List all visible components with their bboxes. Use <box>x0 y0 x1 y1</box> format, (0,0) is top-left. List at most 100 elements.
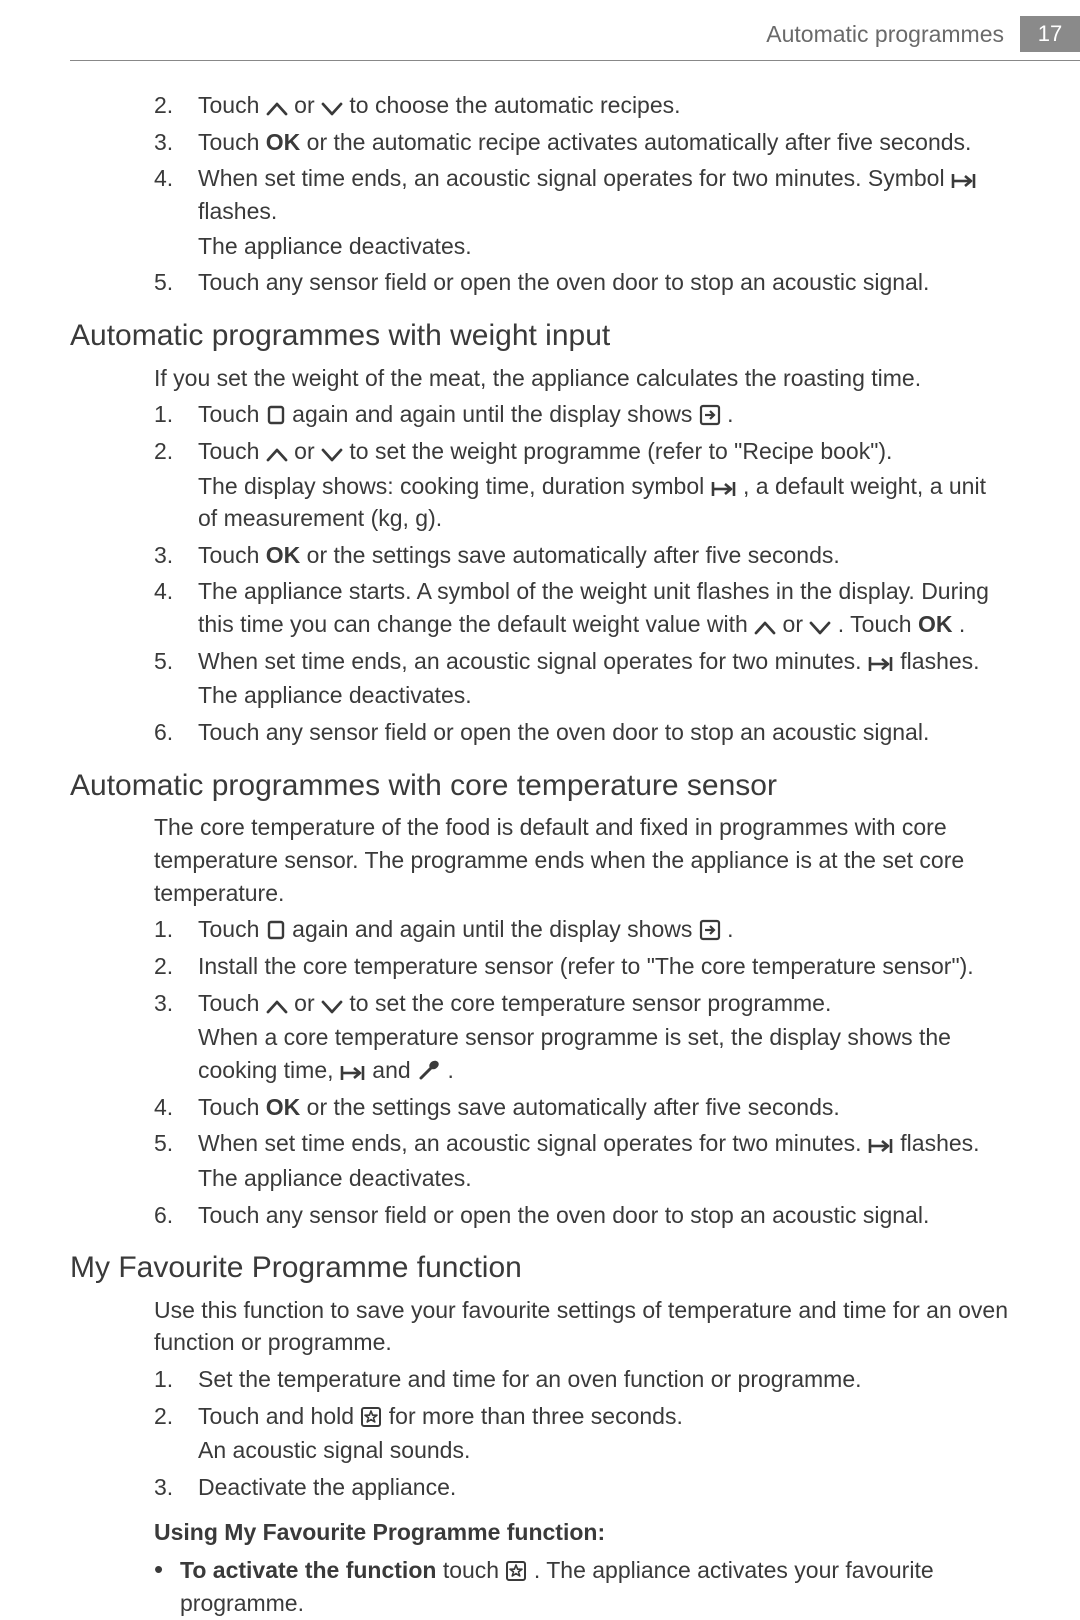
sub-heading-using-favourite: Using My Favourite Programme function: <box>70 1516 1010 1549</box>
list-content: Deactivate the appliance. <box>198 1471 1010 1506</box>
list-number: 2. <box>154 89 198 124</box>
list-content: Touch again and again until the display … <box>198 398 1010 433</box>
weight-list-item: 2.Touch or to set the weight programme (… <box>154 435 1010 537</box>
favourite-bullet-item: •To activate the function touch . The ap… <box>154 1554 1010 1619</box>
weight-list-item: 1.Touch again and again until the displa… <box>154 398 1010 433</box>
arrow-end-icon <box>340 1064 366 1082</box>
list-tail: When a core temperature sensor programme… <box>198 1021 1010 1086</box>
list-content: Touch any sensor field or open the oven … <box>198 1199 1010 1234</box>
list-content: The appliance starts. A symbol of the we… <box>198 575 1010 642</box>
list-number: 1. <box>154 398 198 433</box>
bullet-lead-bold: To activate the function <box>180 1557 436 1583</box>
list-number: 2. <box>154 435 198 537</box>
list-tail: The appliance deactivates. <box>198 230 1010 263</box>
down-chevron-icon <box>321 447 343 463</box>
list-number: 5. <box>154 645 198 714</box>
bullet-content: To activate the function touch . The app… <box>180 1554 1010 1619</box>
list-number: 5. <box>154 1127 198 1196</box>
list-line: Touch or to set the core temperature sen… <box>198 987 1010 1020</box>
list-line: Touch or to set the weight programme (re… <box>198 435 1010 468</box>
list-tail: The appliance deactivates. <box>198 679 1010 712</box>
intro-core-temp: The core temperature of the food is defa… <box>70 811 1010 909</box>
list-number: 4. <box>154 162 198 264</box>
list-line: Touch OK or the settings save automatica… <box>198 539 1010 572</box>
box-arrow-icon <box>699 919 721 941</box>
list-line: When set time ends, an acoustic signal o… <box>198 162 1010 227</box>
weight-list-item: 6.Touch any sensor field or open the ove… <box>154 716 1010 751</box>
weight-list-item: 5.When set time ends, an acoustic signal… <box>154 645 1010 714</box>
bullet-dot: • <box>154 1554 180 1619</box>
list-line: Touch OK or the automatic recipe activat… <box>198 126 1010 159</box>
list-number: 1. <box>154 1363 198 1398</box>
top-list-item: 3.Touch OK or the automatic recipe activ… <box>154 126 1010 161</box>
list-tail: The appliance deactivates. <box>198 1162 1010 1195</box>
core-list-item: 2.Install the core temperature sensor (r… <box>154 950 1010 985</box>
list-line: The appliance starts. A symbol of the we… <box>198 575 1010 640</box>
core-list-item: 3.Touch or to set the core temperature s… <box>154 987 1010 1089</box>
list-number: 3. <box>154 987 198 1089</box>
list-number: 3. <box>154 126 198 161</box>
list-content: Touch or to set the core temperature sen… <box>198 987 1010 1089</box>
arrow-end-icon <box>868 655 894 673</box>
heading-favourite: My Favourite Programme function <box>70 1247 1010 1290</box>
list-line: Touch again and again until the display … <box>198 398 1010 431</box>
list-line: Touch any sensor field or open the oven … <box>198 1199 1010 1232</box>
list-content: When set time ends, an acoustic signal o… <box>198 162 1010 264</box>
list-content: Touch or to choose the automatic recipes… <box>198 89 1010 124</box>
list-line: Touch any sensor field or open the oven … <box>198 716 1010 749</box>
top-ordered-list: 2.Touch or to choose the automatic recip… <box>70 89 1010 301</box>
up-chevron-icon <box>266 447 288 463</box>
header-section-title: Automatic programmes <box>766 18 1020 51</box>
page-header: Automatic programmes 17 <box>70 0 1010 52</box>
list-number: 6. <box>154 716 198 751</box>
core-list-item: 4.Touch OK or the settings save automati… <box>154 1091 1010 1126</box>
down-chevron-icon <box>321 999 343 1015</box>
arrow-end-icon <box>951 172 977 190</box>
top-list-item: 4.When set time ends, an acoustic signal… <box>154 162 1010 264</box>
header-rule <box>70 60 1080 61</box>
list-content: Touch OK or the settings save automatica… <box>198 1091 1010 1126</box>
weight-list-item: 3.Touch OK or the settings save automati… <box>154 539 1010 574</box>
list-number: 2. <box>154 1400 198 1469</box>
intro-weight-input: If you set the weight of the meat, the a… <box>70 362 1010 395</box>
list-content: Touch or to set the weight programme (re… <box>198 435 1010 537</box>
list-content: Touch OK or the settings save automatica… <box>198 539 1010 574</box>
list-line: When set time ends, an acoustic signal o… <box>198 1127 1010 1160</box>
list-number: 6. <box>154 1199 198 1234</box>
ok-label: OK <box>266 129 301 155</box>
favourite-ordered-list: 1.Set the temperature and time for an ov… <box>70 1363 1010 1506</box>
box-arrow-icon <box>699 404 721 426</box>
rect-outline-icon <box>266 404 286 426</box>
list-line: Touch and hold for more than three secon… <box>198 1400 1010 1433</box>
top-list-item: 2.Touch or to choose the automatic recip… <box>154 89 1010 124</box>
fav-list-item: 3.Deactivate the appliance. <box>154 1471 1010 1506</box>
list-content: Install the core temperature sensor (ref… <box>198 950 1010 985</box>
weight-list-item: 4.The appliance starts. A symbol of the … <box>154 575 1010 642</box>
arrow-end-icon <box>868 1137 894 1155</box>
list-content: Touch and hold for more than three secon… <box>198 1400 1010 1469</box>
list-number: 4. <box>154 575 198 642</box>
list-number: 1. <box>154 913 198 948</box>
up-chevron-icon <box>266 101 288 117</box>
list-number: 2. <box>154 950 198 985</box>
list-content: When set time ends, an acoustic signal o… <box>198 1127 1010 1196</box>
favourite-bullet-list: •To activate the function touch . The ap… <box>70 1554 1010 1619</box>
list-line: Install the core temperature sensor (ref… <box>198 950 1010 983</box>
list-line: Touch OK or the settings save automatica… <box>198 1091 1010 1124</box>
rect-outline-icon <box>266 919 286 941</box>
core-ordered-list: 1.Touch again and again until the displa… <box>70 913 1010 1233</box>
star-box-icon <box>505 1560 527 1582</box>
list-content: Touch OK or the automatic recipe activat… <box>198 126 1010 161</box>
list-content: Set the temperature and time for an oven… <box>198 1363 1010 1398</box>
list-tail: The display shows: cooking time, duratio… <box>198 470 1010 535</box>
fav-list-item: 1.Set the temperature and time for an ov… <box>154 1363 1010 1398</box>
up-chevron-icon <box>754 620 776 636</box>
down-chevron-icon <box>321 101 343 117</box>
list-line: Set the temperature and time for an oven… <box>198 1363 1010 1396</box>
star-box-icon <box>360 1406 382 1428</box>
weight-ordered-list: 1.Touch again and again until the displa… <box>70 398 1010 751</box>
list-line: When set time ends, an acoustic signal o… <box>198 645 1010 678</box>
list-content: Touch any sensor field or open the oven … <box>198 266 1010 301</box>
list-tail: An acoustic signal sounds. <box>198 1434 1010 1467</box>
down-chevron-icon <box>809 620 831 636</box>
